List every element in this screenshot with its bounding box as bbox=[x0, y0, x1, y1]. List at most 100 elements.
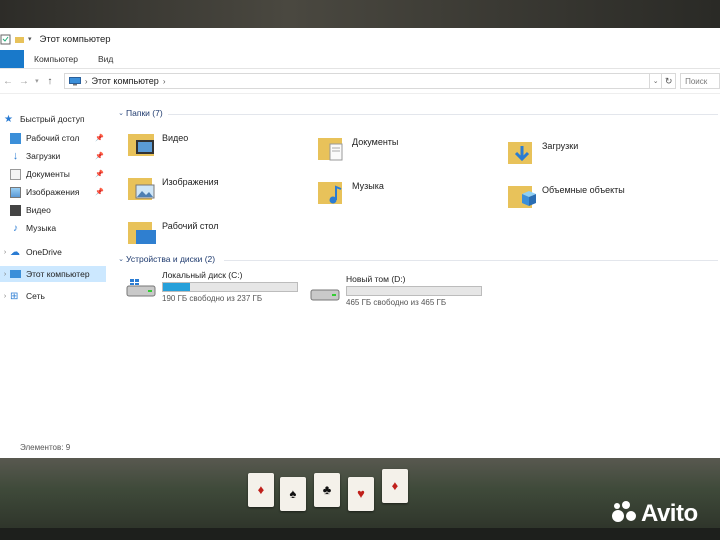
sidebar-item-label: Сеть bbox=[26, 291, 45, 301]
qat-dropdown-icon[interactable]: ▾ bbox=[28, 35, 32, 43]
drive-free-space: 465 ГБ свободно из 465 ГБ bbox=[346, 298, 447, 307]
sidebar-item-label: Музыка bbox=[26, 223, 57, 233]
folder-music[interactable]: Музыка bbox=[316, 176, 384, 208]
group-header-label: Устройства и диски (2) bbox=[126, 254, 216, 264]
folder-label: Видео bbox=[162, 133, 189, 143]
sidebar-item-onedrive[interactable]: › ☁ OneDrive bbox=[0, 244, 62, 260]
cloud-icon: ☁ bbox=[10, 246, 20, 258]
folder-pictures[interactable]: Изображения bbox=[126, 172, 219, 204]
documents-folder-icon bbox=[318, 138, 343, 161]
breadcrumb-separator-icon: › bbox=[84, 76, 88, 86]
properties-icon[interactable] bbox=[0, 34, 11, 45]
playing-card: ♥ bbox=[348, 477, 374, 511]
pin-icon[interactable]: 📌 bbox=[95, 188, 104, 196]
forward-arrow-icon[interactable]: → bbox=[16, 76, 32, 87]
folder-label: Изображения bbox=[162, 177, 219, 187]
sidebar-item-videos[interactable]: Видео bbox=[10, 202, 104, 218]
folder-3d-objects[interactable]: Объемные объекты bbox=[506, 180, 625, 212]
collapse-chevron-icon[interactable]: ⌄ bbox=[116, 255, 126, 263]
desktop-folder-icon bbox=[128, 222, 156, 244]
expand-chevron-icon[interactable]: › bbox=[0, 271, 10, 278]
group-divider bbox=[224, 260, 718, 261]
breadcrumb-separator-icon[interactable]: › bbox=[163, 77, 166, 86]
sidebar-item-label: Документы bbox=[26, 169, 70, 179]
sidebar-item-label: Загрузки bbox=[26, 151, 61, 161]
drive-info: Локальный диск (C:) 190 ГБ свободно из 2… bbox=[162, 270, 298, 303]
playing-card: ♦ bbox=[382, 469, 408, 503]
recent-dropdown-icon[interactable]: ▾ bbox=[32, 77, 42, 85]
folder-label: Объемные объекты bbox=[542, 185, 625, 195]
sidebar-item-desktop[interactable]: Рабочий стол 📌 bbox=[10, 130, 104, 146]
taskbar bbox=[0, 528, 720, 540]
desktop-wallpaper-top bbox=[0, 0, 720, 28]
pictures-folder-icon bbox=[128, 178, 155, 200]
film-icon bbox=[10, 204, 21, 216]
sidebar-item-network[interactable]: › ⊞ Сеть bbox=[0, 288, 45, 304]
drive-info: Новый том (D:) 465 ГБ свободно из 465 ГБ bbox=[346, 274, 482, 307]
collapse-chevron-icon[interactable]: ⌄ bbox=[116, 109, 126, 117]
tab-computer[interactable]: Компьютер bbox=[24, 50, 88, 68]
computer-icon bbox=[68, 76, 81, 85]
sidebar-item-pictures[interactable]: Изображения 📌 bbox=[10, 184, 104, 200]
sidebar-item-label: Этот компьютер bbox=[26, 269, 90, 279]
playing-card: ♠ bbox=[280, 477, 306, 511]
playing-card: ♦ bbox=[248, 473, 274, 507]
sidebar-item-music[interactable]: ♪ Музыка bbox=[10, 220, 104, 236]
ribbon-tabs: Компьютер Вид bbox=[0, 50, 720, 69]
folder-label: Документы bbox=[352, 137, 399, 147]
document-icon bbox=[10, 168, 21, 180]
drive-icon bbox=[310, 289, 340, 301]
drive-usage-fill bbox=[163, 283, 190, 291]
folder-label: Рабочий стол bbox=[162, 221, 219, 231]
pin-icon[interactable]: 📌 bbox=[95, 134, 104, 142]
avito-logo-icon bbox=[612, 501, 638, 523]
window-title: Этот компьютер bbox=[39, 33, 111, 45]
pin-icon[interactable]: 📌 bbox=[95, 152, 104, 160]
quick-access-toolbar: ▾ bbox=[0, 34, 32, 45]
pin-icon[interactable]: 📌 bbox=[95, 170, 104, 178]
folder-documents[interactable]: Документы bbox=[316, 132, 398, 164]
drive-usage-bar bbox=[162, 282, 298, 292]
music-folder-icon bbox=[318, 182, 342, 204]
playing-card: ♣ bbox=[314, 473, 340, 507]
sidebar-item-quick-access[interactable]: ★ Быстрый доступ bbox=[4, 111, 85, 127]
drive-c[interactable]: Локальный диск (C:) 190 ГБ свободно из 2… bbox=[126, 270, 298, 303]
drive-d[interactable]: Новый том (D:) 465 ГБ свободно из 465 ГБ bbox=[310, 274, 482, 307]
sidebar-item-downloads[interactable]: ↓ Загрузки 📌 bbox=[10, 148, 104, 164]
up-arrow-icon[interactable]: ↑ bbox=[42, 76, 58, 87]
tab-view[interactable]: Вид bbox=[88, 50, 123, 68]
navigation-pane: ★ Быстрый доступ Рабочий стол 📌 ↓ Загруз… bbox=[0, 106, 106, 436]
sidebar-item-documents[interactable]: Документы 📌 bbox=[10, 166, 104, 182]
expand-chevron-icon[interactable]: › bbox=[0, 249, 10, 256]
folder-videos[interactable]: Видео bbox=[126, 128, 188, 160]
avito-text: Avito bbox=[641, 500, 698, 527]
video-folder-icon bbox=[128, 134, 154, 156]
address-dropdown-icon[interactable]: ⌄ bbox=[650, 73, 663, 89]
expand-chevron-icon[interactable]: › bbox=[0, 293, 10, 300]
breadcrumb-this-pc[interactable]: Этот компьютер bbox=[92, 76, 159, 86]
download-arrow-icon: ↓ bbox=[12, 149, 19, 162]
sidebar-item-label: Изображения bbox=[26, 187, 80, 197]
new-folder-icon[interactable] bbox=[14, 34, 25, 45]
folder-label: Загрузки bbox=[542, 141, 579, 151]
sidebar-item-this-pc[interactable]: › Этот компьютер bbox=[0, 266, 106, 282]
sidebar-item-label: Видео bbox=[26, 205, 51, 215]
folder-label: Музыка bbox=[352, 181, 384, 191]
search-input[interactable]: Поиск bbox=[680, 73, 720, 89]
back-arrow-icon[interactable]: ← bbox=[0, 76, 16, 87]
explorer-window: ▾ Этот компьютер Компьютер Вид ← → ▾ ↑ ›… bbox=[0, 28, 720, 458]
folder-desktop[interactable]: Рабочий стол bbox=[126, 216, 219, 248]
refresh-icon[interactable]: ↻ bbox=[662, 73, 677, 89]
picture-icon bbox=[10, 186, 21, 198]
title-bar: ▾ Этот компьютер bbox=[0, 28, 720, 50]
group-header-label: Папки (7) bbox=[126, 108, 163, 118]
avito-watermark: Avito bbox=[612, 500, 698, 528]
drive-usage-bar bbox=[346, 286, 482, 296]
group-header-folders[interactable]: ⌄ Папки (7) bbox=[116, 108, 163, 118]
tab-file[interactable] bbox=[0, 50, 24, 68]
address-bar[interactable]: › Этот компьютер › bbox=[63, 73, 651, 89]
group-header-drives[interactable]: ⌄ Устройства и диски (2) bbox=[116, 254, 215, 264]
folder-downloads[interactable]: Загрузки bbox=[506, 136, 578, 168]
status-bar-item-count: Элементов: 9 bbox=[20, 443, 71, 452]
content-pane: ⌄ Папки (7) Видео Документы Загрузки Изо… bbox=[108, 106, 720, 446]
